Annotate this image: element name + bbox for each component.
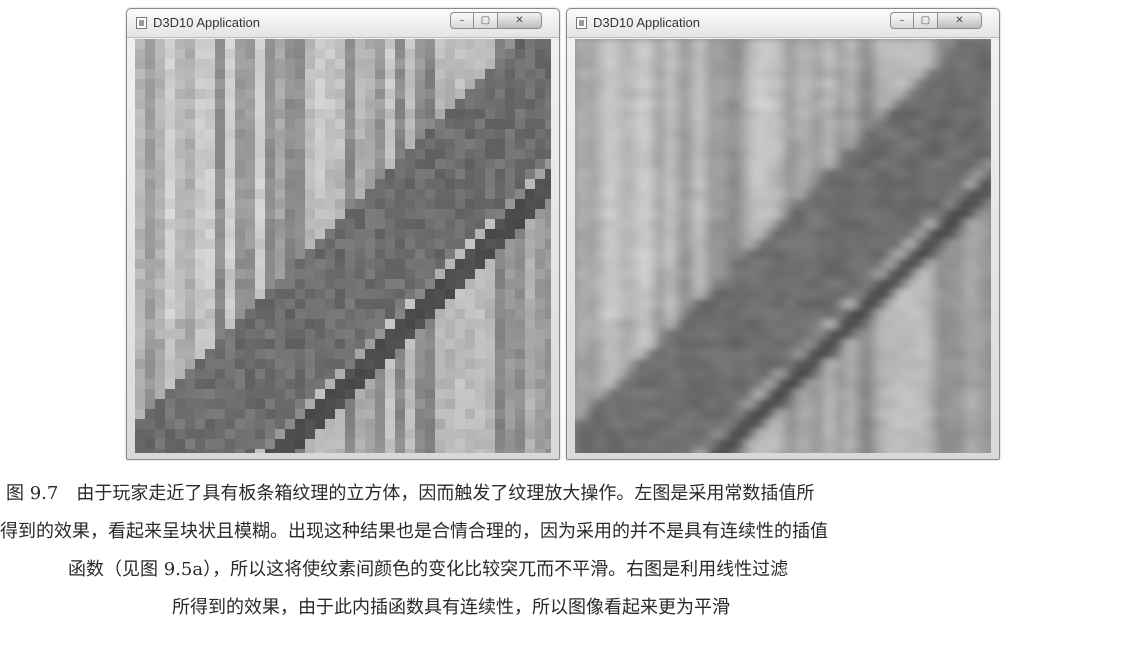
left-window-title: D3D10 Application [153, 15, 260, 30]
left-title-bar[interactable]: D3D10 Application – ▢ ✕ [127, 9, 559, 38]
caption-line-1: 图 9.7 由于玩家走近了具有板条箱纹理的立方体，因而触发了纹理放大操作。左图是… [6, 483, 815, 504]
right-window-title: D3D10 Application [593, 15, 700, 30]
caption-line-2: 得到的效果，看起来呈块状且模糊。出现这种结果也是合情合理的，因为采用的并不是具有… [0, 521, 828, 542]
maximize-button[interactable]: ▢ [474, 12, 498, 29]
left-app-window: D3D10 Application – ▢ ✕ [126, 8, 560, 460]
maximize-icon: ▢ [480, 15, 491, 26]
figure-screenshots: D3D10 Application – ▢ ✕ D3D10 Applicatio… [0, 0, 1128, 462]
linear-filtered-texture [575, 39, 991, 453]
maximize-button[interactable]: ▢ [914, 12, 938, 29]
minimize-icon: – [459, 15, 465, 26]
left-render-viewport [135, 39, 551, 453]
caption-line-3: 函数（见图 9.5a），所以这将使纹素间颜色的变化比较突兀而不平滑。右图是利用线… [68, 559, 789, 580]
application-icon [576, 17, 587, 29]
maximize-icon: ▢ [920, 15, 931, 26]
close-button[interactable]: ✕ [498, 12, 542, 29]
minimize-button[interactable]: – [890, 12, 914, 29]
minimize-icon: – [899, 15, 905, 26]
right-app-window: D3D10 Application – ▢ ✕ [566, 8, 1000, 460]
minimize-button[interactable]: – [450, 12, 474, 29]
right-title-bar[interactable]: D3D10 Application – ▢ ✕ [567, 9, 999, 38]
application-icon [136, 17, 147, 29]
point-filtered-texture [135, 39, 551, 453]
close-icon: ✕ [955, 15, 964, 26]
caption-line-4: 所得到的效果，由于此内插函数具有连续性，所以图像看起来更为平滑 [172, 597, 730, 618]
close-button[interactable]: ✕ [938, 12, 982, 29]
right-render-viewport [575, 39, 991, 453]
close-icon: ✕ [515, 15, 524, 26]
